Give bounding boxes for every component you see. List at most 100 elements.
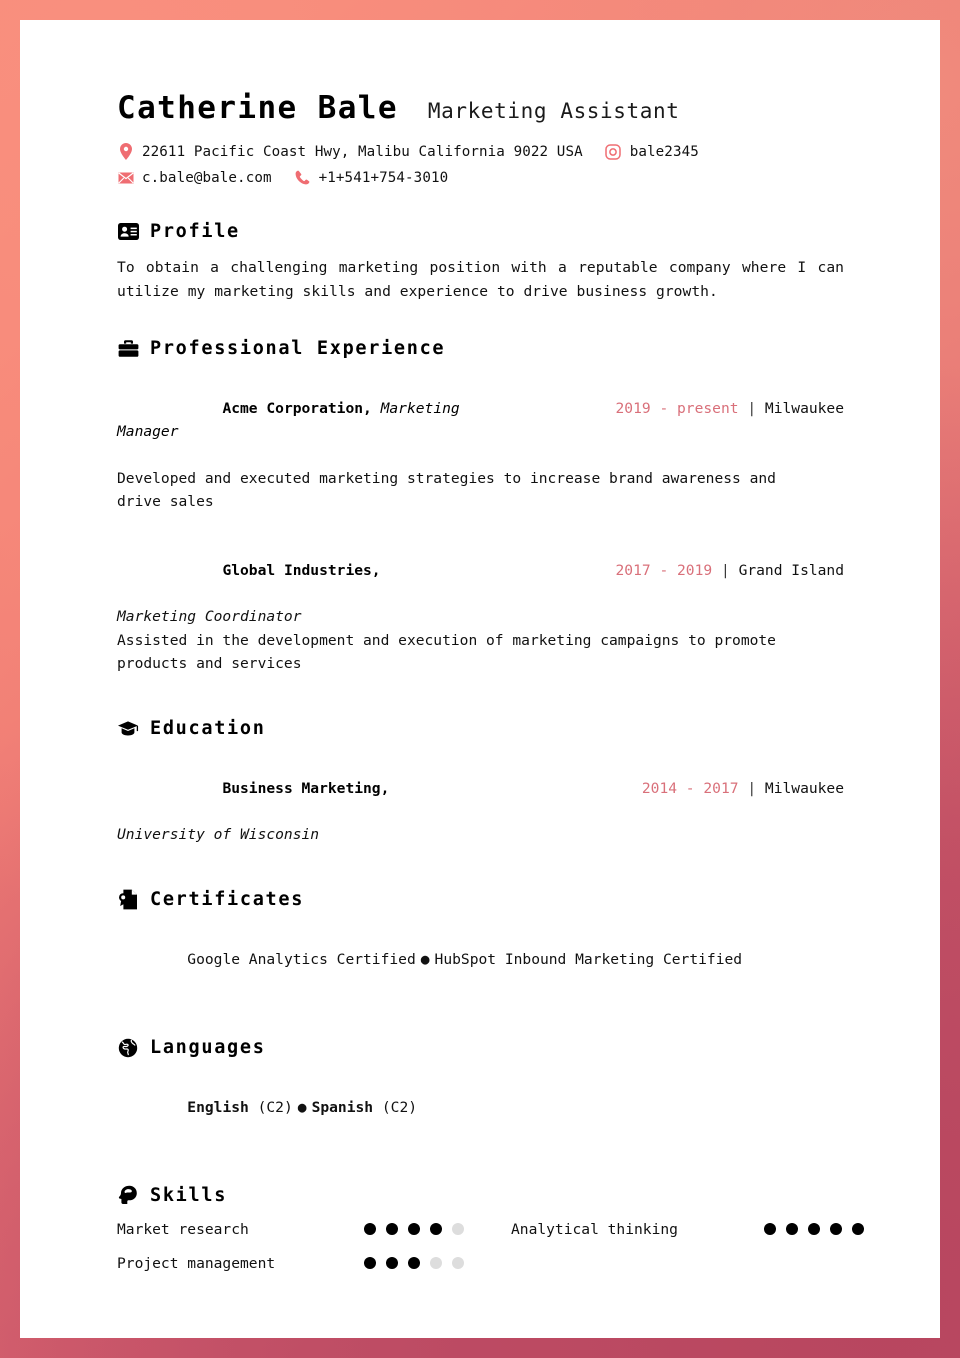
experience-entry-heading: Acme Corporation, Marketing Manager [117,373,492,466]
education-entry-top: Business Marketing, 2014 - 2017 | Milwau… [117,753,844,823]
experience-entry-meta: 2017 - 2019 | Grand Island [492,535,844,605]
experience-entry-meta: 2019 - present | Milwaukee [492,373,844,443]
experience-organization: Global Industries, [222,561,381,579]
rating-dot-filled [786,1223,798,1236]
rating-dot-filled [852,1223,864,1236]
job-title: Marketing Assistant [427,99,680,123]
section-certificates-title: Certificates [150,889,305,911]
certificate-icon [117,889,139,911]
section-languages-header: Languages [117,1037,844,1059]
rating-dot-filled [408,1257,420,1270]
location-pin-icon [117,143,134,160]
skill-rating [364,1257,511,1270]
skill-rating [764,1223,874,1236]
experience-description: Developed and executed marketing strateg… [117,469,776,510]
skills-grid: Market research Analytical thinking Proj… [117,1220,864,1272]
graduation-cap-icon [117,717,139,739]
certificates-list: Google Analytics Certified ● HubSpot Inbou… [117,925,844,995]
rating-dot-empty [452,1223,464,1236]
languages-list: English (C2) ● Spanish (C2) [117,1073,844,1143]
experience-date: 2019 - present [615,399,739,417]
education-entry: Business Marketing, 2014 - 2017 | Milwau… [117,753,844,846]
section-education: Education Business Marketing, 2014 - 201… [117,717,844,846]
experience-entry: Global Industries, 2017 - 2019 | Grand I… [117,535,844,675]
contact-instagram[interactable]: bale2345 [605,143,699,160]
experience-entry-top: Global Industries, 2017 - 2019 | Grand I… [117,535,844,605]
certificate-item: Google Analytics Certified [187,951,416,969]
skill-label: Analytical thinking [511,1220,678,1238]
meta-separator: | [747,779,757,797]
experience-location: Grand Island [738,561,844,579]
section-experience-header: Professional Experience [117,337,844,359]
resume-content: Catherine Bale Marketing Assistant 22611… [117,90,864,1272]
contact-phone[interactable]: +1+541+754-3010 [294,169,449,186]
rating-dot-filled [808,1223,820,1236]
section-skills-title: Skills [150,1185,228,1207]
language-level: (C2) [381,1099,418,1117]
rating-dot-filled [364,1257,376,1270]
section-skills-header: Skills [117,1185,844,1207]
experience-entry: Acme Corporation, Marketing Manager 2019… [117,373,844,513]
rating-dot-filled [386,1223,398,1236]
skill-rating [364,1223,511,1236]
section-profile-header: Profile [117,220,844,242]
section-profile-title: Profile [150,220,240,242]
globe-icon [117,1037,139,1059]
resume-page: Catherine Bale Marketing Assistant 22611… [20,20,940,1338]
contact-row-1: 22611 Pacific Coast Hwy, Malibu Californ… [117,143,844,160]
education-organization: Business Marketing, [222,779,390,797]
experience-entry-heading: Global Industries, [117,535,381,605]
contact-email[interactable]: c.bale@bale.com [117,169,272,186]
language-level: (C2) [257,1099,293,1117]
section-skills: Skills Market research Analytical thinki… [117,1185,864,1272]
list-separator: ● [297,1099,307,1117]
rating-dot-filled [364,1223,376,1236]
education-entry-heading: Business Marketing, [117,753,389,823]
section-experience-title: Professional Experience [150,337,446,359]
certificate-item: HubSpot Inbound Marketing Certified [434,951,743,969]
experience-date: 2017 - 2019 [615,561,713,579]
rating-dot-filled [408,1223,420,1236]
experience-entry-top: Acme Corporation, Marketing Manager 2019… [117,373,844,466]
profile-text: To obtain a challenging marketing positi… [117,259,844,300]
envelope-icon [117,169,134,186]
section-profile: Profile To obtain a challenging marketin… [117,220,844,303]
head-brain-icon [117,1185,139,1207]
education-location: Milwaukee [764,779,844,797]
rating-dot-empty [452,1257,464,1270]
rating-dot-filled [764,1223,776,1236]
briefcase-icon [117,337,139,359]
education-institution: University of Wisconsin [117,826,320,844]
language-name: English [187,1099,249,1117]
meta-separator: | [747,399,757,417]
skill-label: Project management [117,1254,276,1272]
section-certificates-header: Certificates [117,889,844,911]
contact-row-2: c.bale@bale.com +1+541+754-3010 [117,169,844,186]
section-education-title: Education [150,717,266,739]
section-certificates: Certificates Google Analytics Certified ●… [117,889,844,995]
rating-dot-filled [830,1223,842,1236]
instagram-icon [605,143,622,160]
list-separator: ● [420,951,430,969]
experience-organization: Acme Corporation, [222,399,372,417]
contact-address[interactable]: 22611 Pacific Coast Hwy, Malibu Californ… [117,143,583,160]
language-name: Spanish [311,1099,374,1117]
contact-email-text: c.bale@bale.com [142,169,272,186]
section-experience: Professional Experience Acme Corporation… [117,337,844,675]
meta-separator: | [720,561,730,579]
section-languages: Languages English (C2) ● Spanish (C2) [117,1037,844,1143]
id-card-icon [117,220,139,242]
phone-icon [294,169,311,186]
education-entry-meta: 2014 - 2017 | Milwaukee [518,753,844,823]
education-date: 2014 - 2017 [641,779,739,797]
experience-location: Milwaukee [764,399,844,417]
page-title: Catherine Bale [117,90,398,126]
contact-instagram-text: bale2345 [629,143,699,160]
section-education-header: Education [117,717,844,739]
rating-dot-filled [386,1257,398,1270]
resume-header: Catherine Bale Marketing Assistant [117,90,844,126]
experience-description: Assisted in the development and executio… [117,631,776,673]
contact-phone-text: +1+541+754-3010 [318,169,449,186]
skill-label: Market research [117,1220,249,1238]
section-languages-title: Languages [150,1037,266,1059]
